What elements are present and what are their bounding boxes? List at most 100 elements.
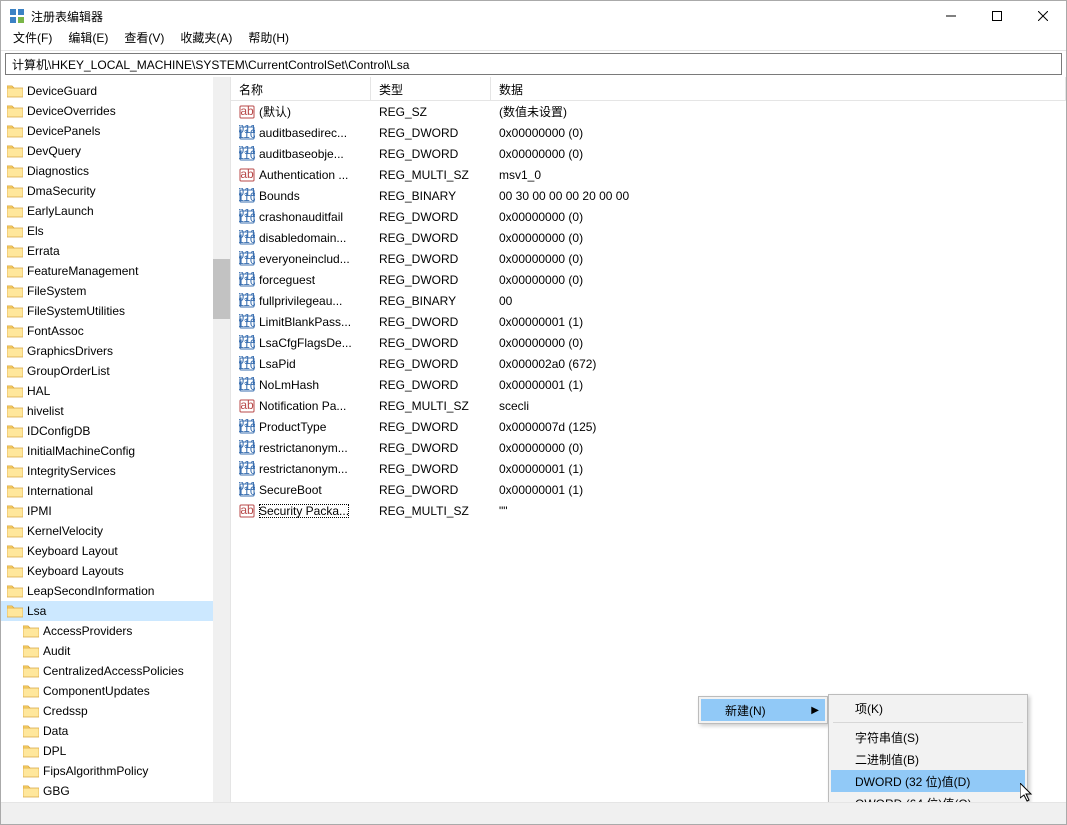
tree-item[interactable]: AccessProviders — [1, 621, 213, 641]
folder-icon — [7, 184, 23, 198]
value-row[interactable]: abSecurity Packa...REG_MULTI_SZ"" — [231, 500, 1066, 521]
tree-item[interactable]: KernelVelocity — [1, 521, 213, 541]
tree-item[interactable]: GBG — [1, 781, 213, 801]
tree-item[interactable]: ComponentUpdates — [1, 681, 213, 701]
value-data: 0x00000000 (0) — [491, 252, 1066, 266]
tree-item[interactable]: hivelist — [1, 401, 213, 421]
value-row[interactable]: ab(默认)REG_SZ(数值未设置) — [231, 101, 1066, 122]
tree-item[interactable]: CentralizedAccessPolicies — [1, 661, 213, 681]
tree-item[interactable]: IDConfigDB — [1, 421, 213, 441]
folder-icon — [23, 744, 39, 758]
tree-item-label: GBG — [43, 784, 70, 798]
svg-text:110: 110 — [239, 295, 255, 309]
value-row[interactable]: 011110BoundsREG_BINARY00 30 00 00 00 20 … — [231, 185, 1066, 206]
tree-item[interactable]: FipsAlgorithmPolicy — [1, 761, 213, 781]
menu-item-binary[interactable]: 二进制值(B) — [831, 748, 1025, 770]
address-bar[interactable]: 计算机\HKEY_LOCAL_MACHINE\SYSTEM\CurrentCon… — [5, 53, 1062, 75]
tree-item[interactable]: DeviceGuard — [1, 81, 213, 101]
header-name[interactable]: 名称 — [231, 77, 371, 100]
value-row[interactable]: 011110ProductTypeREG_DWORD0x0000007d (12… — [231, 416, 1066, 437]
tree-item[interactable]: DmaSecurity — [1, 181, 213, 201]
header-type[interactable]: 类型 — [371, 77, 491, 100]
header-data[interactable]: 数据 — [491, 77, 1066, 100]
tree-item[interactable]: Errata — [1, 241, 213, 261]
tree-item[interactable]: EarlyLaunch — [1, 201, 213, 221]
main-area: DeviceGuardDeviceOverridesDevicePanels De… — [1, 77, 1066, 802]
value-row[interactable]: 011110fullprivilegeau...REG_BINARY00 — [231, 290, 1066, 311]
tree-scroll-thumb[interactable] — [213, 259, 230, 319]
folder-icon — [7, 504, 23, 518]
tree-item[interactable]: JD — [1, 801, 213, 802]
menu-favorites[interactable]: 收藏夹(A) — [172, 27, 240, 48]
value-row[interactable]: abAuthentication ...REG_MULTI_SZmsv1_0 — [231, 164, 1066, 185]
tree-item[interactable]: Credssp — [1, 701, 213, 721]
tree-item[interactable]: HAL — [1, 381, 213, 401]
value-row[interactable]: 011110auditbasedirec...REG_DWORD0x000000… — [231, 122, 1066, 143]
value-name: NoLmHash — [259, 378, 319, 392]
value-row[interactable]: 011110LsaCfgFlagsDe...REG_DWORD0x0000000… — [231, 332, 1066, 353]
menu-view[interactable]: 查看(V) — [116, 27, 172, 48]
value-type: REG_DWORD — [371, 252, 491, 266]
minimize-button[interactable] — [928, 1, 974, 31]
value-row[interactable]: 011110crashonauditfailREG_DWORD0x0000000… — [231, 206, 1066, 227]
value-row[interactable]: 011110LimitBlankPass...REG_DWORD0x000000… — [231, 311, 1066, 332]
tree-item[interactable]: FeatureManagement — [1, 261, 213, 281]
menu-item-new[interactable]: 新建(N) ▶ — [701, 699, 825, 721]
tree-item[interactable]: FileSystem — [1, 281, 213, 301]
tree-item[interactable]: Lsa — [1, 601, 213, 621]
svg-text:110: 110 — [239, 421, 255, 435]
close-button[interactable] — [1020, 1, 1066, 31]
tree-item[interactable]: IPMI — [1, 501, 213, 521]
tree-item[interactable]: DPL — [1, 741, 213, 761]
tree-item[interactable]: LeapSecondInformation — [1, 581, 213, 601]
value-row[interactable]: 011110restrictanonym...REG_DWORD0x000000… — [231, 458, 1066, 479]
tree-item[interactable]: GroupOrderList — [1, 361, 213, 381]
maximize-button[interactable] — [974, 1, 1020, 31]
value-row[interactable]: 011110LsaPidREG_DWORD0x000002a0 (672) — [231, 353, 1066, 374]
tree-item[interactable]: Audit — [1, 641, 213, 661]
tree-item-label: AccessProviders — [43, 624, 132, 638]
menu-item-qword[interactable]: QWORD (64 位)值(Q) — [831, 792, 1025, 802]
tree-item[interactable]: Els — [1, 221, 213, 241]
value-row[interactable]: 011110NoLmHashREG_DWORD0x00000001 (1) — [231, 374, 1066, 395]
tree-item[interactable]: International — [1, 481, 213, 501]
menu-item-key[interactable]: 项(K) — [831, 697, 1025, 719]
tree-item[interactable]: Data — [1, 721, 213, 741]
value-name: SecureBoot — [259, 483, 322, 497]
value-row[interactable]: 011110forceguestREG_DWORD0x00000000 (0) — [231, 269, 1066, 290]
tree-item[interactable]: DevQuery — [1, 141, 213, 161]
tree-item-label: Data — [43, 724, 68, 738]
tree-item[interactable]: Keyboard Layouts — [1, 561, 213, 581]
tree-item[interactable]: FileSystemUtilities — [1, 301, 213, 321]
value-type: REG_DWORD — [371, 315, 491, 329]
tree-item-label: DevQuery — [27, 144, 81, 158]
value-row[interactable]: 011110disabledomain...REG_DWORD0x0000000… — [231, 227, 1066, 248]
value-row[interactable]: 011110SecureBootREG_DWORD0x00000001 (1) — [231, 479, 1066, 500]
tree-item-label: CentralizedAccessPolicies — [43, 664, 184, 678]
tree-item[interactable]: IntegrityServices — [1, 461, 213, 481]
value-type: REG_DWORD — [371, 357, 491, 371]
value-row[interactable]: 011110everyoneinclud...REG_DWORD0x000000… — [231, 248, 1066, 269]
menu-item-string[interactable]: 字符串值(S) — [831, 726, 1025, 748]
tree-item[interactable]: GraphicsDrivers — [1, 341, 213, 361]
tree-item[interactable]: FontAssoc — [1, 321, 213, 341]
menu-help[interactable]: 帮助(H) — [240, 27, 297, 48]
folder-icon — [7, 444, 23, 458]
value-name: LsaCfgFlagsDe... — [259, 336, 352, 350]
tree-item[interactable]: DevicePanels — [1, 121, 213, 141]
folder-icon — [7, 464, 23, 478]
menu-file[interactable]: 文件(F) — [5, 27, 60, 48]
value-row[interactable]: abNotification Pa...REG_MULTI_SZscecli — [231, 395, 1066, 416]
svg-text:110: 110 — [239, 316, 255, 330]
tree-item[interactable]: InitialMachineConfig — [1, 441, 213, 461]
value-data: 0x000002a0 (672) — [491, 357, 1066, 371]
menu-item-dword[interactable]: DWORD (32 位)值(D) — [831, 770, 1025, 792]
value-row[interactable]: 011110restrictanonym...REG_DWORD0x000000… — [231, 437, 1066, 458]
menu-edit[interactable]: 编辑(E) — [60, 27, 116, 48]
tree-scrollbar[interactable] — [213, 77, 230, 802]
value-row[interactable]: 011110auditbaseobje...REG_DWORD0x0000000… — [231, 143, 1066, 164]
menu-item-label: 字符串值(S) — [855, 729, 919, 746]
tree-item[interactable]: Diagnostics — [1, 161, 213, 181]
tree-item[interactable]: Keyboard Layout — [1, 541, 213, 561]
tree-item[interactable]: DeviceOverrides — [1, 101, 213, 121]
